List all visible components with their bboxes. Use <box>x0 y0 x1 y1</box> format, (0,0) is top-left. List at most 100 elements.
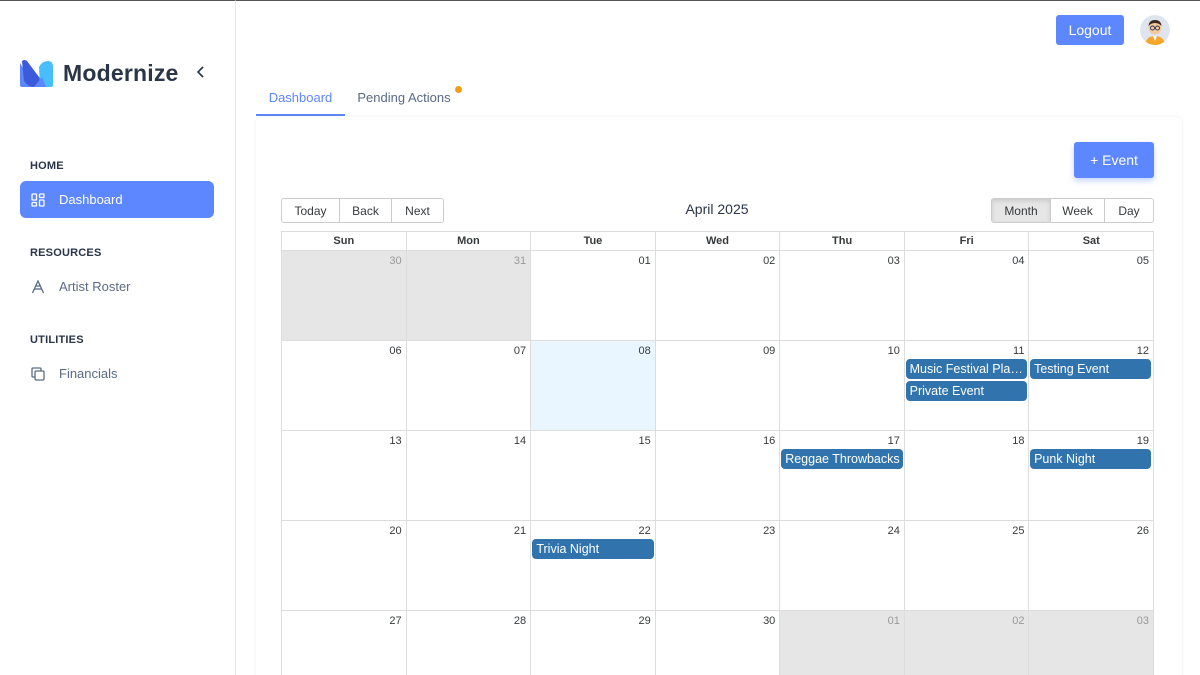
avatar[interactable] <box>1140 15 1170 45</box>
calendar-day-cell[interactable]: 03 <box>780 251 905 340</box>
week-view-button[interactable]: Week <box>1051 199 1105 222</box>
day-number[interactable]: 06 <box>389 345 401 357</box>
calendar-day-cell[interactable]: 30 <box>656 611 781 675</box>
weekday-label: Thu <box>780 232 905 250</box>
sidebar-item-dashboard[interactable]: Dashboard <box>20 181 214 218</box>
weekday-header: Sun Mon Tue Wed Thu Fri Sat <box>282 232 1153 251</box>
day-number[interactable]: 20 <box>389 525 401 537</box>
day-number[interactable]: 11 <box>1013 345 1024 357</box>
calendar-day-cell[interactable]: 26 <box>1029 521 1153 610</box>
day-number[interactable]: 12 <box>1137 345 1149 357</box>
day-number[interactable]: 03 <box>888 255 900 267</box>
calendar-day-cell[interactable]: 04 <box>905 251 1030 340</box>
day-number[interactable]: 21 <box>514 525 526 537</box>
brand[interactable]: Modernize <box>20 59 179 87</box>
day-number[interactable]: 30 <box>763 615 775 627</box>
day-number[interactable]: 01 <box>638 255 650 267</box>
day-view-button[interactable]: Day <box>1105 199 1153 222</box>
add-event-button[interactable]: + Event <box>1074 142 1154 178</box>
day-number[interactable]: 18 <box>1012 435 1024 447</box>
day-number[interactable]: 10 <box>888 345 900 357</box>
calendar-event[interactable]: Private Event <box>905 381 1028 401</box>
calendar-event[interactable]: Reggae Throwbacks <box>781 449 903 469</box>
day-number[interactable]: 26 <box>1137 525 1149 537</box>
calendar-day-cell[interactable]: 19 <box>1029 431 1153 520</box>
calendar-day-cell[interactable]: 25 <box>905 521 1030 610</box>
sidebar: Modernize HOME Dashboard RESOURCES Artis… <box>0 0 236 675</box>
calendar-day-cell[interactable]: 01 <box>531 251 656 340</box>
modernize-logo-icon <box>20 59 54 87</box>
day-number[interactable]: 03 <box>1137 615 1149 627</box>
day-number[interactable]: 08 <box>638 345 650 357</box>
today-button[interactable]: Today <box>282 199 340 222</box>
day-number[interactable]: 30 <box>389 255 401 267</box>
tab-dashboard[interactable]: Dashboard <box>256 80 345 116</box>
next-button[interactable]: Next <box>392 199 443 222</box>
month-view-button[interactable]: Month <box>992 199 1051 222</box>
calendar-event[interactable]: Music Festival Planning <box>905 359 1028 379</box>
day-number[interactable]: 22 <box>638 525 650 537</box>
calendar-day-cell[interactable]: 24 <box>780 521 905 610</box>
day-number[interactable]: 01 <box>888 615 900 627</box>
calendar-day-cell[interactable]: 09 <box>656 341 781 430</box>
calendar-day-cell[interactable]: 03 <box>1029 611 1154 675</box>
calendar-event[interactable]: Testing Event <box>1030 359 1152 379</box>
calendar-day-cell[interactable]: 13 <box>282 431 407 520</box>
calendar-day-cell[interactable]: 20 <box>282 521 407 610</box>
sidebar-item-financials[interactable]: Financials <box>20 355 214 392</box>
day-number[interactable]: 07 <box>514 345 526 357</box>
collapse-sidebar-icon[interactable] <box>196 65 208 83</box>
calendar-day-cell[interactable]: 21 <box>407 521 532 610</box>
day-number[interactable]: 15 <box>638 435 650 447</box>
calendar-event[interactable]: Punk Night <box>1030 449 1152 469</box>
day-number[interactable]: 27 <box>389 615 401 627</box>
calendar-day-cell[interactable]: 02 <box>656 251 781 340</box>
day-number[interactable]: 19 <box>1137 435 1149 447</box>
weekday-label: Tue <box>531 232 656 250</box>
day-number[interactable]: 29 <box>638 615 650 627</box>
day-number[interactable]: 05 <box>1137 255 1149 267</box>
calendar-day-cell[interactable]: 07 <box>407 341 532 430</box>
calendar-day-cell[interactable]: 27 <box>282 611 407 675</box>
day-number[interactable]: 24 <box>888 525 900 537</box>
month-calendar: Sun Mon Tue Wed Thu Fri Sat 30 31 01 02 03 04… <box>281 231 1154 675</box>
day-number[interactable]: 23 <box>763 525 775 537</box>
calendar-day-cell[interactable]: 01 <box>780 611 905 675</box>
calendar-day-cell[interactable]: 02 <box>904 611 1030 675</box>
day-number[interactable]: 17 <box>888 435 900 447</box>
day-number[interactable]: 09 <box>763 345 775 357</box>
day-number[interactable]: 04 <box>1012 255 1024 267</box>
day-number[interactable]: 25 <box>1012 525 1024 537</box>
calendar-day-cell[interactable]: 23 <box>656 521 781 610</box>
calendar-nav-group: Today Back Next <box>281 198 444 223</box>
calendar-day-cell[interactable]: 14 <box>407 431 532 520</box>
sidebar-item-artist-roster[interactable]: Artist Roster <box>20 268 214 305</box>
calendar-day-cell[interactable]: 05 <box>1029 251 1153 340</box>
calendar-day-cell[interactable]: 08 <box>531 341 656 430</box>
calendar-day-cell[interactable]: 16 <box>656 431 781 520</box>
day-number[interactable]: 28 <box>514 615 526 627</box>
sidebar-item-label: Financials <box>59 366 118 381</box>
calendar-day-cell[interactable]: 06 <box>282 341 407 430</box>
logout-button[interactable]: Logout <box>1056 15 1124 45</box>
calendar-day-cell[interactable]: 28 <box>407 611 532 675</box>
calendar-day-cell[interactable]: 17 <box>780 431 905 520</box>
day-number[interactable]: 31 <box>514 255 526 267</box>
calendar-event[interactable]: Trivia Night <box>532 539 654 559</box>
calendar-day-cell[interactable]: 31 <box>406 251 532 340</box>
tab-pending-actions[interactable]: Pending Actions <box>350 80 458 116</box>
calendar-day-cell[interactable]: 29 <box>531 611 656 675</box>
calendar-day-cell[interactable]: 22 <box>531 521 656 610</box>
day-number[interactable]: 13 <box>389 435 401 447</box>
calendar-day-cell[interactable]: 15 <box>531 431 656 520</box>
day-number[interactable]: 02 <box>1012 615 1024 627</box>
calendar-day-cell[interactable]: 30 <box>282 251 407 340</box>
day-number[interactable]: 02 <box>763 255 775 267</box>
calendar-day-cell[interactable]: 18 <box>905 431 1030 520</box>
day-number[interactable]: 14 <box>514 435 526 447</box>
calendar-day-cell[interactable]: 12 <box>1029 341 1153 430</box>
back-button[interactable]: Back <box>340 199 392 222</box>
day-number[interactable]: 16 <box>763 435 775 447</box>
weekday-label: Sat <box>1082 235 1100 247</box>
calendar-day-cell[interactable]: 10 <box>780 341 905 430</box>
